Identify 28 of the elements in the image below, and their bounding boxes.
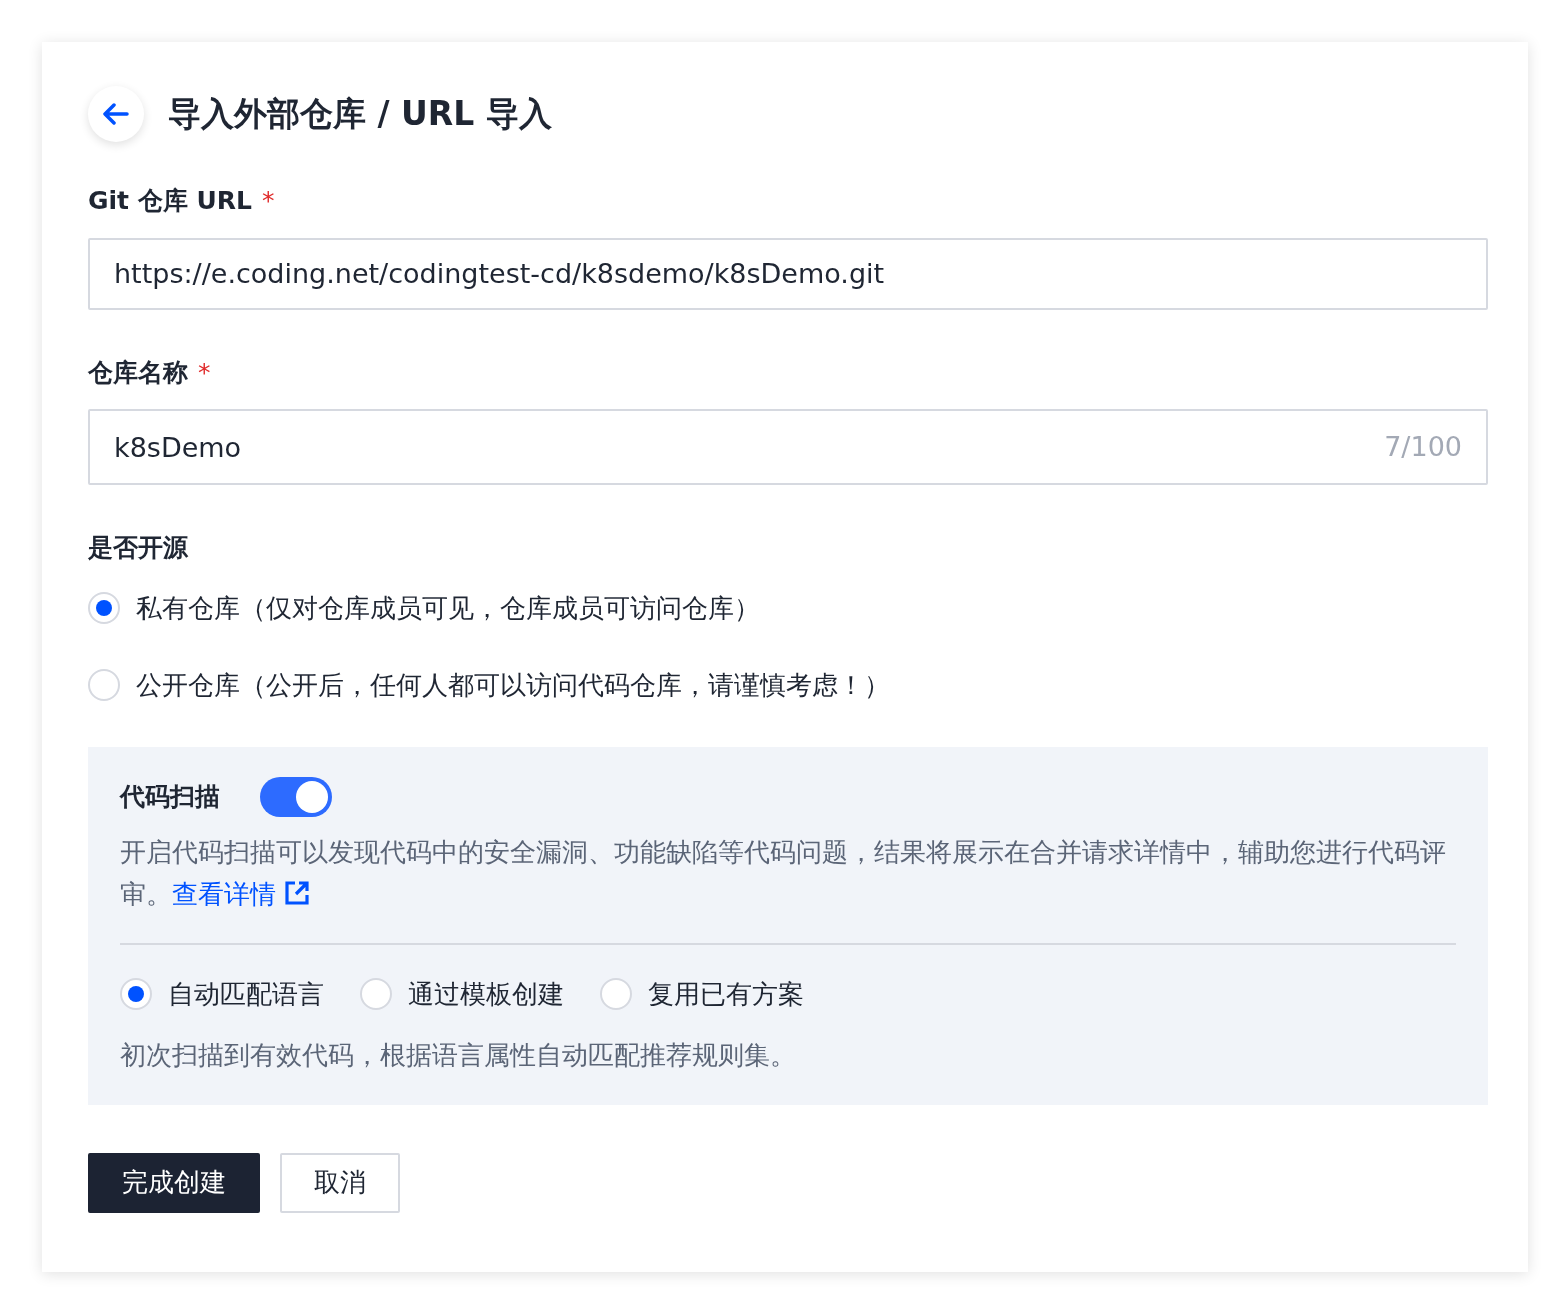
radio-label[interactable]: 通过模板创建	[408, 974, 564, 1014]
back-arrow-icon	[103, 103, 129, 125]
back-button[interactable]	[88, 86, 144, 142]
radio-label[interactable]: 公开仓库（公开后，任何人都可以访问代码仓库，请谨慎考虑！）	[136, 665, 890, 705]
field-label: 仓库名称	[88, 356, 188, 389]
cancel-button[interactable]: 取消	[280, 1152, 400, 1213]
radio-button[interactable]	[88, 592, 120, 624]
description-text: 开启代码扫描可以发现代码中的安全漏洞、功能缺陷等代码问题，结果将展示在合并请求详情中，辅助您进行代码评审。查看详情	[120, 835, 1447, 911]
page-title: 导入外部仓库 / URL 导入	[168, 94, 552, 134]
radio-label[interactable]: 复用已有方案	[648, 974, 804, 1014]
radio-button[interactable]	[360, 978, 392, 1010]
radio-label[interactable]: 私有仓库（仅对仓库成员可见，仓库成员可访问仓库）	[136, 588, 760, 628]
radio-button[interactable]	[120, 978, 152, 1010]
submit-button[interactable]: 完成创建	[88, 1152, 260, 1213]
external-link-icon	[284, 879, 311, 906]
required-mark: *	[261, 185, 275, 217]
toggle-switch[interactable]	[260, 776, 332, 817]
radio-button[interactable]	[600, 978, 632, 1010]
radio-label[interactable]: 自动匹配语言	[168, 974, 324, 1014]
details-link[interactable]: 查看详情	[172, 878, 311, 909]
character-counter: 7/100	[1384, 429, 1462, 464]
required-mark: *	[198, 356, 211, 389]
radio-button[interactable]	[88, 669, 120, 701]
field-label: 是否开源	[88, 532, 189, 564]
section-title: 代码扫描	[120, 780, 220, 813]
hint-text: 初次扫描到有效代码，根据语言属性自动匹配推荐规则集。	[120, 1038, 797, 1072]
field-label: Git 仓库 URL	[88, 185, 252, 217]
url-field[interactable]: https://e.coding.net/codingtest-cd/k8sdemo/k8sDemo.git	[88, 237, 1488, 310]
